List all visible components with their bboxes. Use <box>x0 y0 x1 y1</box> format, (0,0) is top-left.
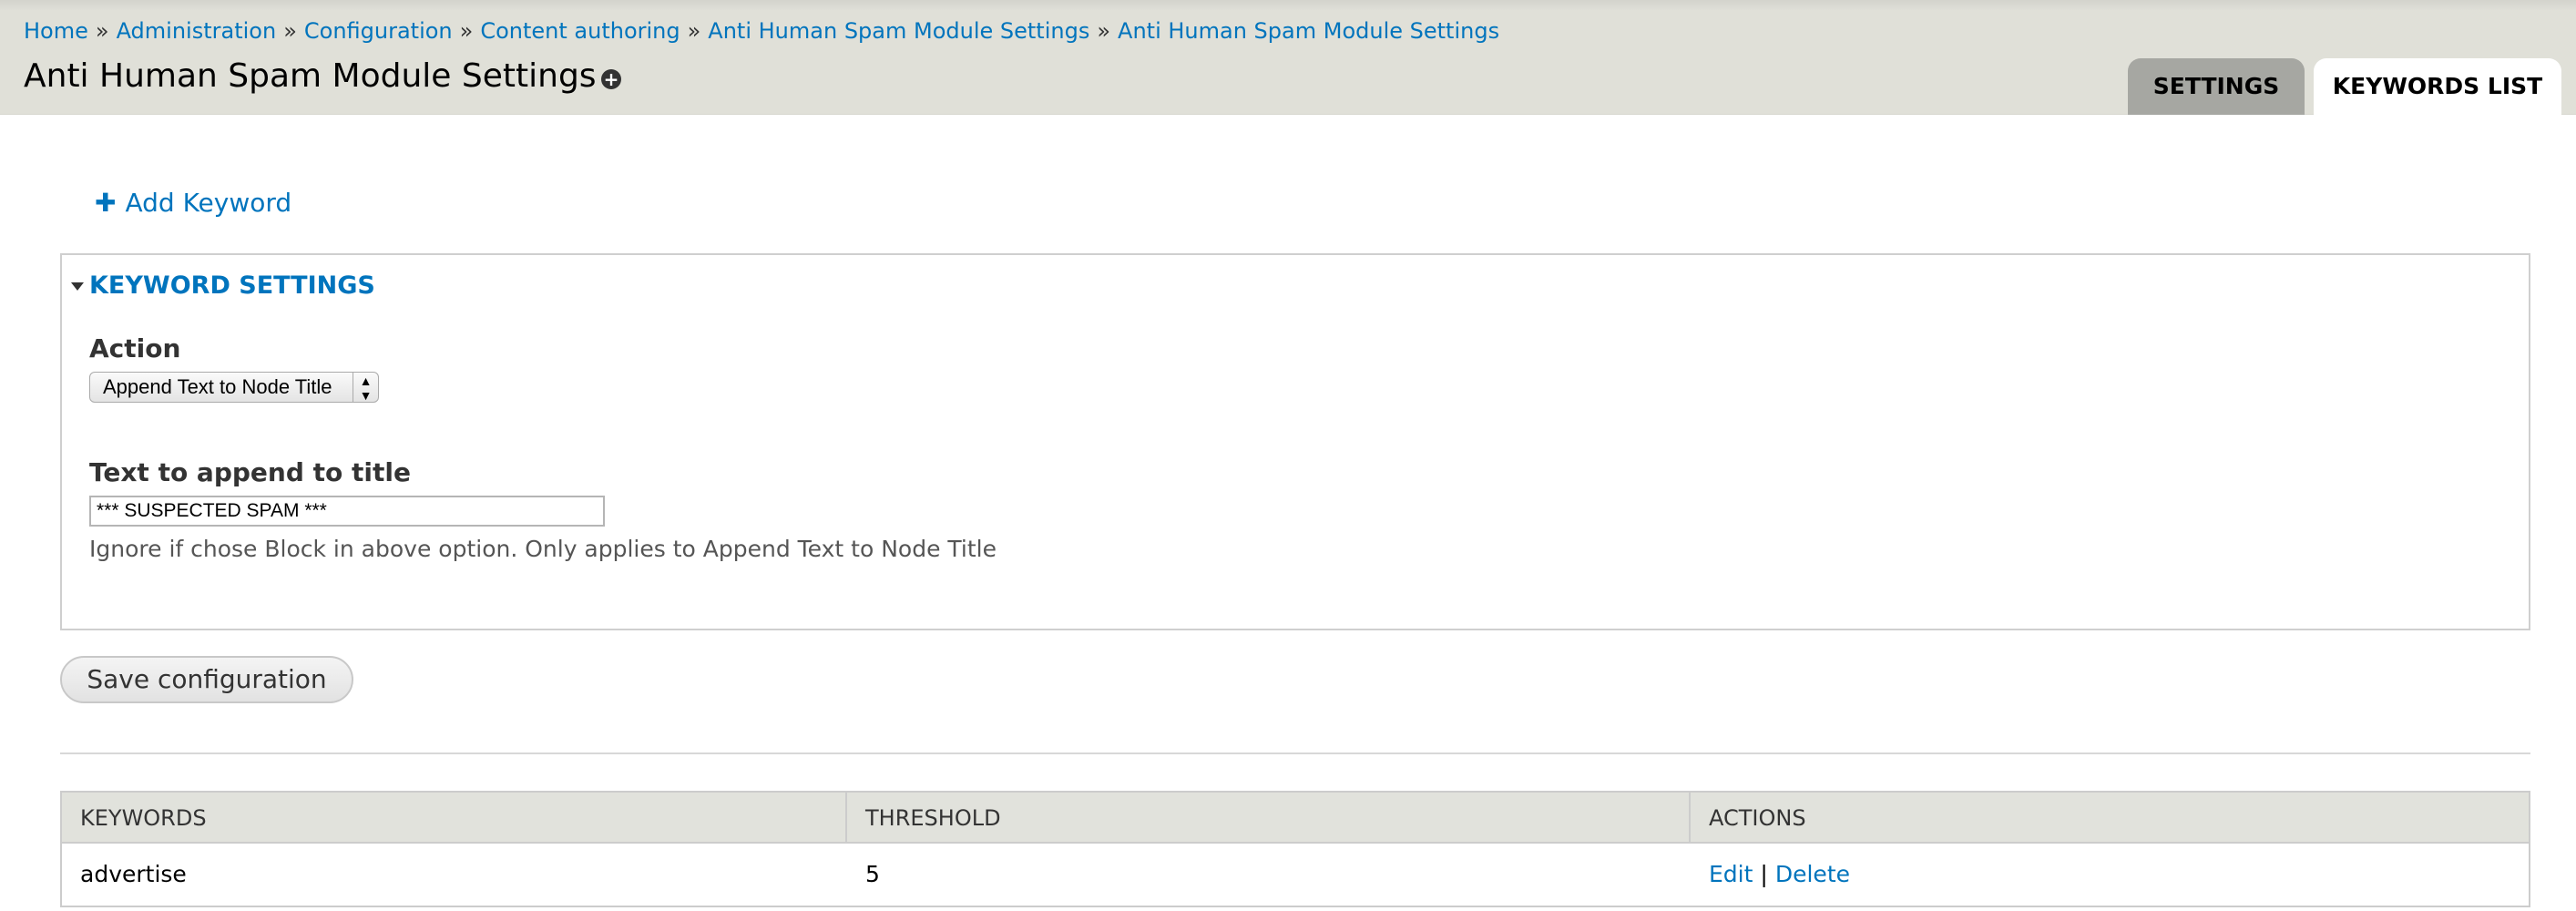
action-label: Action <box>89 333 181 363</box>
save-configuration-button[interactable]: Save configuration <box>60 656 353 703</box>
column-header-actions: Actions <box>1709 805 1806 831</box>
breadcrumb-configuration[interactable]: Configuration <box>304 18 453 44</box>
actions-cell: Edit | Delete <box>1691 844 2529 906</box>
plus-icon: ✚ <box>95 188 117 218</box>
table-header: Keywords Threshold Actions <box>62 793 2529 844</box>
keyword-settings-legend[interactable]: Keyword Settings <box>71 271 375 300</box>
append-text-label: Text to append to title <box>89 457 411 487</box>
keyword-cell: advertise <box>80 861 187 887</box>
breadcrumb-administration[interactable]: Administration <box>117 18 277 44</box>
plus-circle-icon[interactable]: + <box>601 69 621 89</box>
breadcrumb: Home» Administration» Configuration» Conten… <box>24 17 1499 45</box>
page-header: Home» Administration» Configuration» Conten… <box>0 0 2576 117</box>
select-arrows-icon: ▲ ▼ <box>353 373 378 403</box>
add-keyword-label: Add Keyword <box>125 188 292 218</box>
column-header-keywords: Keywords <box>62 793 847 842</box>
legend-label: Keyword Settings <box>89 271 375 300</box>
collapse-triangle-icon <box>71 282 84 291</box>
append-text-input[interactable]: *** SUSPECTED SPAM *** <box>89 496 605 527</box>
add-keyword-link[interactable]: ✚ Add Keyword <box>95 188 291 219</box>
edit-link[interactable]: Edit <box>1709 861 1753 887</box>
page-title: Anti Human Spam Module Settings <box>24 57 597 95</box>
action-select[interactable]: Append Text to Node Title ▲ ▼ <box>89 372 379 403</box>
action-separator: | <box>1760 861 1768 887</box>
breadcrumb-content-authoring[interactable]: Content authoring <box>480 18 680 44</box>
keywords-table: Keywords Threshold Actions advertise 5 E… <box>60 791 2530 907</box>
breadcrumb-separator: » <box>459 18 474 44</box>
tab-keywords-list[interactable]: Keywords list <box>2314 58 2561 117</box>
breadcrumb-anti-spam-settings-current[interactable]: Anti Human Spam Module Settings <box>1118 18 1499 44</box>
table-row: advertise 5 Edit | Delete <box>62 844 2529 906</box>
breadcrumb-home[interactable]: Home <box>24 18 88 44</box>
delete-link[interactable]: Delete <box>1775 861 1850 887</box>
tab-settings[interactable]: Settings <box>2128 58 2305 115</box>
breadcrumb-separator: » <box>1097 18 1111 44</box>
action-select-value: Append Text to Node Title <box>103 375 332 398</box>
breadcrumb-separator: » <box>687 18 701 44</box>
threshold-cell: 5 <box>865 861 880 887</box>
breadcrumb-anti-spam-settings[interactable]: Anti Human Spam Module Settings <box>708 18 1089 44</box>
append-text-description: Ignore if chose Block in above option. O… <box>89 536 997 562</box>
divider <box>60 752 2530 754</box>
breadcrumb-separator: » <box>95 18 109 44</box>
column-header-threshold: Threshold <box>847 793 1691 842</box>
keyword-settings-fieldset: Keyword Settings Action Append Text to N… <box>60 253 2530 630</box>
breadcrumb-separator: » <box>283 18 297 44</box>
